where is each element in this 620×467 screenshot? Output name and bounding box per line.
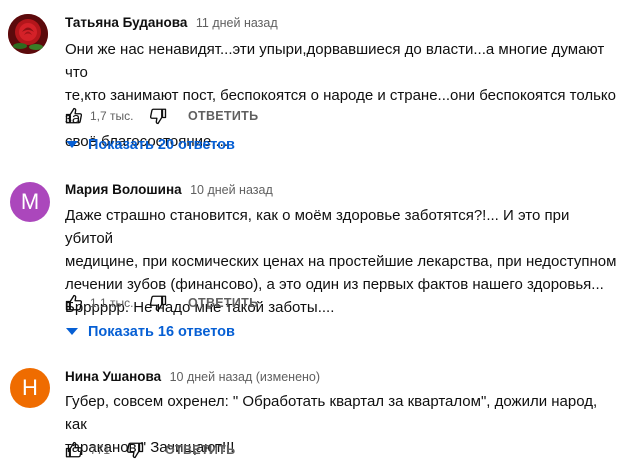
comment-text-line: лечении зубов (финансово), а это один из…	[65, 276, 604, 293]
avatar[interactable]: М	[10, 182, 50, 222]
thumbs-up-icon[interactable]	[65, 107, 83, 125]
reply-button[interactable]: ОТВЕТИТЬ	[188, 109, 258, 123]
like-count: 771	[90, 443, 111, 457]
chevron-down-icon	[66, 328, 78, 335]
avatar-letter: Н	[22, 375, 38, 400]
thumbs-down-icon[interactable]	[149, 107, 167, 125]
comment-timestamp[interactable]: 10 дней назад (изменено)	[170, 370, 320, 384]
chevron-down-icon	[66, 141, 78, 148]
red-rose-icon	[8, 14, 48, 54]
like-count: 1,1 тыс.	[90, 296, 134, 310]
show-replies-label: Показать 20 ответов	[88, 137, 235, 153]
thumbs-down-icon[interactable]	[126, 441, 144, 459]
comment-actions: 1,1 тыс. ОТВЕТИТЬ	[65, 294, 285, 314]
comment-timestamp[interactable]: 11 дней назад	[196, 16, 278, 30]
comment-author[interactable]: Нина Ушанова	[65, 369, 161, 384]
comment-author[interactable]: Татьяна Буданова	[65, 15, 187, 30]
comment-timestamp[interactable]: 10 дней назад	[190, 183, 273, 197]
avatar-letter: М	[20, 189, 40, 214]
comment-text-line: Даже страшно становится, как о моём здор…	[65, 207, 570, 247]
reply-button[interactable]: ОТВЕТИТЬ	[165, 443, 235, 457]
comment-actions: 1,7 тыс. ОТВЕТИТЬ	[65, 107, 285, 127]
show-replies-button[interactable]: Показать 16 ответов	[66, 324, 266, 344]
comment-actions: 771 ОТВЕТИТЬ	[65, 441, 285, 461]
comment-author[interactable]: Мария Волошина	[65, 182, 182, 197]
thumbs-down-icon[interactable]	[149, 294, 167, 312]
comment-text: Они же нас ненавидят...эти упыри,дорвавш…	[65, 38, 620, 153]
avatar[interactable]: Н	[10, 368, 50, 408]
comment-text-line: Губер, совсем охренел: " Обработать квар…	[65, 393, 598, 433]
comment-text-line: медицине, при космических ценах на прост…	[65, 253, 617, 270]
show-replies-label: Показать 16 ответов	[88, 324, 235, 340]
comment-text-line: Они же нас ненавидят...эти упыри,дорвавш…	[65, 41, 605, 81]
thumbs-up-icon[interactable]	[65, 441, 83, 459]
show-replies-button[interactable]: Показать 20 ответов	[66, 137, 266, 157]
thumbs-up-icon[interactable]	[65, 294, 83, 312]
reply-button[interactable]: ОТВЕТИТЬ	[188, 296, 258, 310]
avatar[interactable]	[8, 14, 48, 54]
like-count: 1,7 тыс.	[90, 109, 134, 123]
